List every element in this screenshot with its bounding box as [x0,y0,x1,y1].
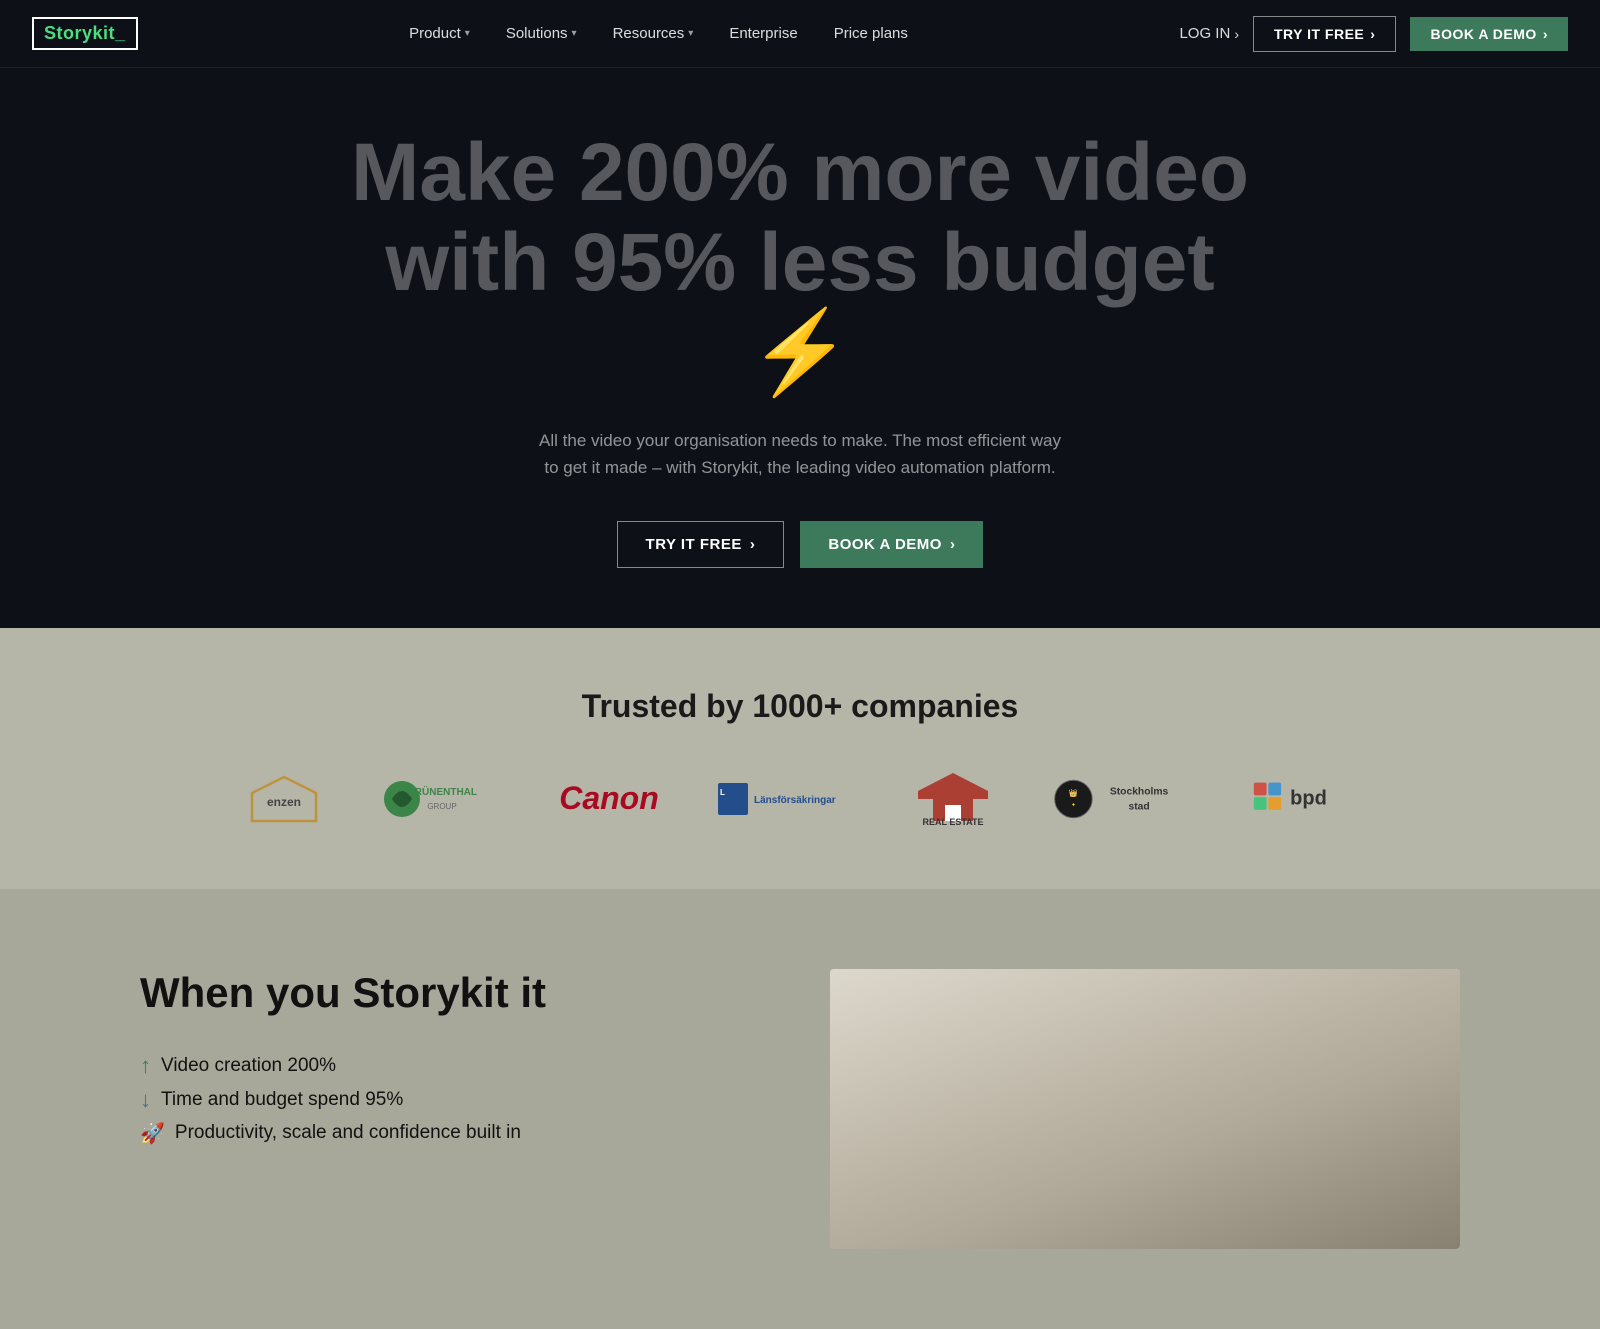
stat-label-video: Video creation 200% [161,1055,336,1077]
trusted-title: Trusted by 1000+ companies [582,688,1019,725]
logo-text: Storykit_ [44,23,126,44]
hero-actions: TRY IT FREE › BOOK A DEMO › [617,521,984,568]
chevron-right-icon: › [1543,26,1548,42]
svg-text:✦: ✦ [1071,801,1076,808]
logo-lansforsakringar: L Länsförsäkringar [716,777,856,821]
logo-canon: Canon [554,779,664,819]
svg-text:Länsförsäkringar: Länsförsäkringar [754,795,836,806]
arrow-up-icon: ↑ [140,1053,151,1079]
lightning-icon: ⚡ [749,307,851,398]
hero-headline-line1: Make 200% more video [351,127,1249,218]
storykit-title: When you Storykit it [140,969,770,1017]
chevron-right-icon: › [1234,26,1239,42]
chevron-right-icon: › [950,536,956,553]
stat-label-productivity: Productivity, scale and confidence built… [175,1122,521,1144]
chevron-down-icon: ▾ [465,28,470,39]
logo-stockholm: 👑 ✦ Stockholms stad [1050,774,1200,824]
stat-label-budget: Time and budget spend 95% [161,1089,403,1111]
svg-text:👑: 👑 [1069,788,1078,797]
svg-text:enzen: enzen [267,795,301,809]
nav-link-product[interactable]: Product ▾ [409,25,470,42]
nav-links: Product ▾ Solutions ▾ Resources ▾ Enterp… [409,25,908,42]
storykit-left: When you Storykit it ↑ Video creation 20… [140,969,770,1146]
chevron-right-icon: › [1370,26,1375,42]
nav-item-solutions[interactable]: Solutions ▾ [506,25,577,42]
stat-item-budget: ↓ Time and budget spend 95% [140,1087,770,1113]
hero-section: Make 200% more video with 95% less budge… [0,0,1600,628]
navbar: Storykit_ Product ▾ Solutions ▾ Resource… [0,0,1600,68]
hero-try-free-button[interactable]: TRY IT FREE › [617,521,785,568]
nav-link-enterprise[interactable]: Enterprise [729,25,797,42]
nav-link-solutions[interactable]: Solutions ▾ [506,25,577,42]
trusted-section: Trusted by 1000+ companies enzen GRÜNENT… [0,628,1600,889]
hero-headline: Make 200% more video with 95% less budge… [350,128,1250,399]
svg-text:REAL ESTATE: REAL ESTATE [922,817,983,827]
storykit-wrapper: When you Storykit it ↑ Video creation 20… [0,889,1600,1329]
logo[interactable]: Storykit_ [32,17,138,50]
login-link[interactable]: LOG IN › [1179,25,1239,42]
logo-bpd: bpd [1252,777,1352,821]
svg-text:stad: stad [1128,801,1149,812]
try-free-button[interactable]: TRY IT FREE › [1253,16,1396,52]
svg-text:GRÜNENTHAL: GRÜNENTHAL [407,785,477,798]
svg-text:L: L [720,788,725,797]
hero-subtext: All the video your organisation needs to… [530,427,1070,481]
chevron-right-icon: › [750,536,756,553]
nav-link-resources[interactable]: Resources ▾ [613,25,694,42]
svg-text:GROUP: GROUP [427,802,456,811]
svg-text:bpd: bpd [1290,787,1327,809]
hero-book-demo-button[interactable]: BOOK A DEMO › [800,521,983,568]
image-inner [830,969,1460,1249]
logo-era: REAL ESTATE [908,769,998,829]
hero-headline-line2: with 95% less budget [385,217,1214,308]
chevron-down-icon: ▾ [572,28,577,39]
nav-item-enterprise[interactable]: Enterprise [729,25,797,42]
storykit-section: When you Storykit it ↑ Video creation 20… [100,889,1500,1329]
nav-item-price-plans[interactable]: Price plans [834,25,908,42]
logos-row: enzen GRÜNENTHAL GROUP Canon [40,769,1560,829]
svg-text:Canon: Canon [559,780,659,816]
nav-item-product[interactable]: Product ▾ [409,25,470,42]
arrow-down-icon: ↓ [140,1087,151,1113]
svg-text:Stockholms: Stockholms [1110,786,1169,797]
trusted-section-wrapper: Trusted by 1000+ companies enzen GRÜNENT… [0,628,1600,889]
logo-enzen: enzen [248,773,320,825]
rocket-icon: 🚀 [140,1121,165,1146]
storykit-right [830,969,1460,1249]
book-demo-button[interactable]: BOOK A DEMO › [1410,17,1568,51]
stat-item-productivity: 🚀 Productivity, scale and confidence bui… [140,1121,770,1146]
chevron-down-icon: ▾ [688,28,693,39]
nav-right: LOG IN › TRY IT FREE › BOOK A DEMO › [1179,16,1568,52]
stat-item-video: ↑ Video creation 200% [140,1053,770,1079]
stats-list: ↑ Video creation 200% ↓ Time and budget … [140,1053,770,1146]
storykit-image [830,969,1460,1249]
nav-link-price-plans[interactable]: Price plans [834,25,908,42]
nav-item-resources[interactable]: Resources ▾ [613,25,694,42]
logo-grunenthal: GRÜNENTHAL GROUP [372,773,502,825]
